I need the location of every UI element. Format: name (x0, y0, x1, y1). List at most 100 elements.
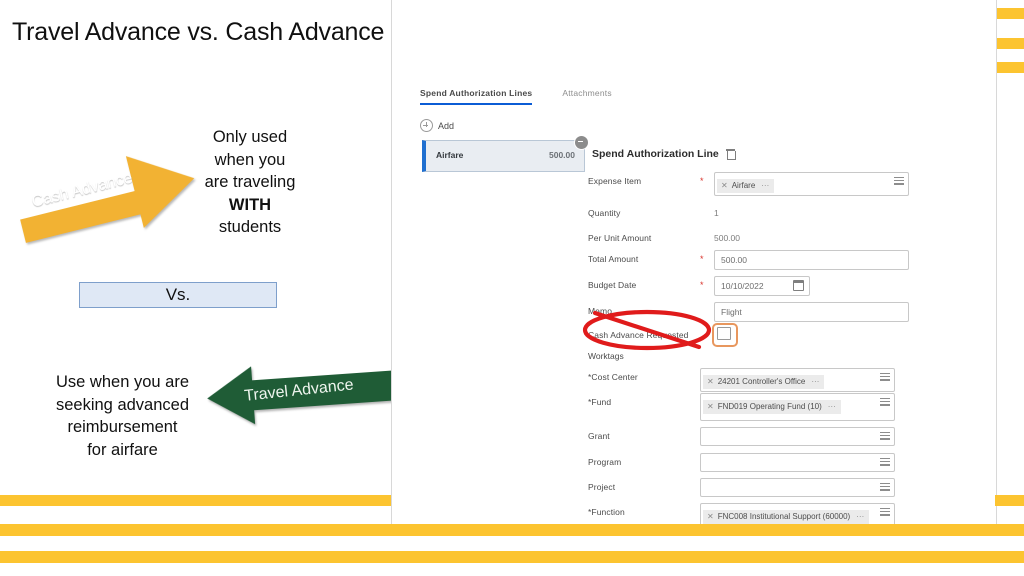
vs-label-box: Vs. (79, 282, 277, 308)
travel-advance-desc-line2: seeking advanced (55, 395, 189, 414)
required-asterisk: * (700, 280, 704, 290)
remove-pill-icon[interactable]: ✕ (721, 181, 728, 191)
remove-line-icon[interactable] (574, 135, 589, 150)
spend-authorization-line-card[interactable]: Airfare 500.00 (422, 140, 585, 172)
list-prompt-icon[interactable] (880, 458, 890, 466)
expense-item-value: Airfare (731, 181, 756, 190)
list-prompt-icon[interactable] (880, 398, 890, 406)
vs-label: Vs. (165, 285, 191, 304)
remove-pill-icon[interactable]: ✕ (707, 377, 714, 387)
function-value: FNC008 Institutional Support (60000) (717, 512, 851, 521)
field-row-cash-advance-requested: Cash Advance Requested (588, 326, 928, 340)
page-title: Travel Advance vs. Cash Advance (12, 18, 385, 46)
required-spacer (700, 229, 714, 233)
per-unit-amount-label: Per Unit Amount (588, 233, 652, 243)
travel-advance-desc-line4: for airfare (87, 440, 158, 459)
plus-circle-icon (420, 119, 433, 132)
decor-bar-top-3-right (995, 62, 1024, 73)
pill-menu-icon[interactable]: ⋯ (828, 402, 836, 412)
list-prompt-icon[interactable] (894, 177, 904, 185)
add-button-label: Add (438, 120, 455, 131)
total-amount-label: Total Amount (588, 254, 639, 264)
grant-input[interactable] (700, 427, 895, 446)
list-prompt-icon[interactable] (880, 508, 890, 516)
field-row-total-amount: Total Amount * 500.00 (588, 250, 928, 270)
cash-advance-desc-line3: are traveling (204, 173, 296, 192)
program-label: Program (588, 457, 622, 467)
required-asterisk: * (700, 254, 704, 264)
project-label: Project (588, 482, 616, 492)
expense-item-input[interactable]: ✕ Airfare ⋯ (714, 172, 909, 196)
total-amount-input[interactable]: 500.00 (714, 250, 909, 270)
travel-advance-desc-line3: reimbursement (67, 418, 178, 437)
quantity-label: Quantity (588, 208, 621, 218)
pill-menu-icon[interactable]: ⋯ (761, 181, 769, 191)
cash-advance-desc-line4: students (218, 218, 282, 237)
fund-label: *Fund (588, 397, 612, 407)
field-row-function: *Function ✕ FNC008 Institutional Support… (588, 503, 928, 524)
field-row-program: Program (588, 453, 928, 472)
cost-center-label: *Cost Center (588, 372, 638, 382)
program-input[interactable] (700, 453, 895, 472)
field-row-budget-date: Budget Date * 10/10/2022 (588, 276, 928, 296)
form-title: Spend Authorization Line (592, 148, 719, 160)
required-spacer (700, 302, 714, 306)
decor-bar-bottom-3 (0, 551, 1024, 563)
function-label: *Function (588, 507, 625, 517)
expense-item-label: Expense Item (588, 176, 642, 186)
workday-screenshot-panel: Spend Authorization Lines Attachments Ad… (391, 0, 997, 525)
field-row-quantity: Quantity 1 (588, 204, 928, 218)
field-row-per-unit-amount: Per Unit Amount 500.00 (588, 229, 928, 243)
cost-center-value: 24201 Controller's Office (717, 377, 806, 386)
field-row-project: Project (588, 478, 928, 497)
list-prompt-icon[interactable] (880, 432, 890, 440)
pill-menu-icon[interactable]: ⋯ (856, 512, 864, 522)
tab-spend-authorization-lines[interactable]: Spend Authorization Lines (420, 88, 533, 105)
remove-pill-icon[interactable]: ✕ (707, 402, 714, 412)
add-button[interactable]: Add (420, 119, 454, 132)
tab-bar: Spend Authorization Lines Attachments (420, 88, 612, 105)
list-prompt-icon[interactable] (880, 483, 890, 491)
travel-advance-desc-line1: Use when you are (56, 373, 189, 391)
cash-advance-requested-checkbox[interactable] (717, 327, 731, 340)
line-card-amount: 500.00 (549, 150, 575, 160)
list-prompt-icon[interactable] (880, 373, 890, 381)
expense-item-pill[interactable]: ✕ Airfare ⋯ (717, 179, 775, 193)
function-input[interactable]: ✕ FNC008 Institutional Support (60000) ⋯ (700, 503, 895, 524)
cash-advance-desc-emphasis: WITH (228, 195, 272, 214)
field-row-cost-center: *Cost Center ✕ 24201 Controller's Office… (588, 368, 928, 392)
memo-label: Memo (588, 306, 613, 316)
cash-advance-requested-label: Cash Advance Requested (588, 330, 689, 340)
travel-advance-description: Use when you are seeking advanced reimbu… (40, 371, 205, 461)
fund-input[interactable]: ✕ FND019 Operating Fund (10) ⋯ (700, 393, 895, 421)
cash-advance-description: Only used when you are traveling WITH st… (190, 126, 310, 239)
trash-icon[interactable] (725, 149, 736, 160)
tab-attachments[interactable]: Attachments (562, 88, 611, 105)
cost-center-pill[interactable]: ✕ 24201 Controller's Office ⋯ (703, 375, 825, 389)
fund-pill[interactable]: ✕ FND019 Operating Fund (10) ⋯ (703, 400, 841, 414)
project-input[interactable] (700, 478, 895, 497)
grant-label: Grant (588, 431, 610, 441)
budget-date-label: Budget Date (588, 280, 637, 290)
budget-date-value: 10/10/2022 (721, 281, 764, 291)
memo-input[interactable]: Flight (714, 302, 909, 322)
per-unit-amount-value: 500.00 (714, 233, 740, 243)
fund-value: FND019 Operating Fund (10) (717, 402, 822, 411)
line-card-name: Airfare (436, 150, 464, 160)
cash-advance-desc-line2: when you (214, 150, 286, 169)
field-row-expense-item: Expense Item * ✕ Airfare ⋯ (588, 172, 928, 196)
required-spacer (700, 204, 714, 208)
pill-menu-icon[interactable]: ⋯ (811, 377, 819, 387)
cost-center-input[interactable]: ✕ 24201 Controller's Office ⋯ (700, 368, 895, 392)
budget-date-input[interactable]: 10/10/2022 (714, 276, 810, 296)
required-asterisk: * (700, 176, 704, 186)
quantity-value: 1 (714, 208, 719, 218)
calendar-icon[interactable] (793, 280, 804, 291)
field-row-grant: Grant (588, 427, 928, 446)
function-pill[interactable]: ✕ FNC008 Institutional Support (60000) ⋯ (703, 510, 870, 524)
field-row-fund: *Fund ✕ FND019 Operating Fund (10) ⋯ (588, 393, 928, 421)
form-header: Spend Authorization Line (592, 148, 736, 160)
travel-advance-arrow (205, 355, 395, 430)
worktags-label: Worktags (588, 351, 624, 361)
remove-pill-icon[interactable]: ✕ (707, 512, 714, 522)
